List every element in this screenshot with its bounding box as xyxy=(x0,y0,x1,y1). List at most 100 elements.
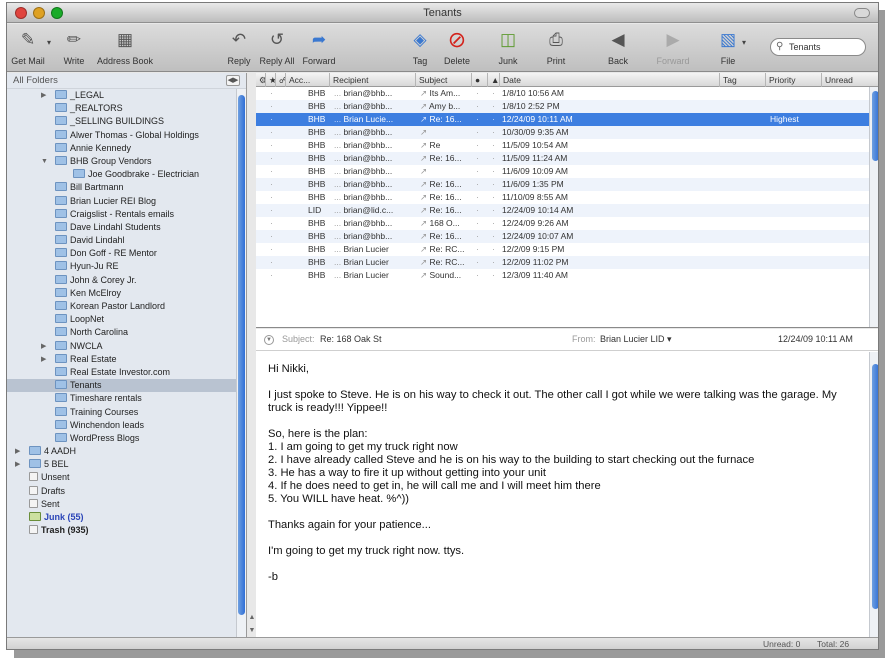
folder-item[interactable]: Alwer Thomas - Global Holdings xyxy=(7,129,246,142)
folder-item[interactable]: Timeshare rentals xyxy=(7,392,246,405)
folder-item[interactable]: LoopNet xyxy=(7,313,246,326)
folder-scrollbar[interactable] xyxy=(236,89,246,637)
message-row[interactable]: · BHB ... brian@bhb... ↗ · · 10/30/09 9:35 AM xyxy=(256,126,878,139)
attachment-column-header[interactable]: ☍ xyxy=(276,73,286,87)
file-button[interactable]: ▧ File xyxy=(715,27,741,66)
folder-item[interactable]: Don Goff - RE Mentor xyxy=(7,247,246,260)
folder-item[interactable]: _SELLING BUILDINGS xyxy=(7,115,246,128)
folder-item[interactable]: ▶ NWCLA xyxy=(7,340,246,353)
folder-item[interactable]: Real Estate Investor.com xyxy=(7,366,246,379)
message-list-scrollbar-thumb[interactable] xyxy=(872,91,878,161)
reply-button[interactable]: ↶ Reply xyxy=(225,27,253,66)
subject-cell: ↗ 168 O... xyxy=(420,217,472,230)
forward-button[interactable]: ➦ Forward xyxy=(299,27,339,66)
recipient-column-header[interactable]: Recipient xyxy=(330,73,416,87)
folder-item[interactable]: ▼ BHB Group Vendors xyxy=(7,155,246,168)
folder-item[interactable]: David Lindahl xyxy=(7,234,246,247)
folder-item[interactable]: John & Corey Jr. xyxy=(7,274,246,287)
message-row[interactable]: · BHB ... brian@bhb... ↗ Its Am... · · 1/8/10 … xyxy=(256,87,878,100)
message-list-scrollbar[interactable] xyxy=(869,87,878,327)
pane-splitter[interactable]: ▲ ▼ xyxy=(248,611,256,637)
folder-scrollbar-thumb[interactable] xyxy=(238,95,245,615)
folder-item[interactable]: Junk (55) xyxy=(7,511,246,524)
recipient-cell-text: brian@bhb... xyxy=(343,88,393,98)
thread-column-header[interactable]: ⚙ xyxy=(256,73,266,87)
minimize-window-button[interactable] xyxy=(33,7,45,19)
reply-all-button[interactable]: ↺ Reply All xyxy=(257,27,297,66)
folder-item[interactable]: Drafts xyxy=(7,485,246,498)
folder-item[interactable]: WordPress Blogs xyxy=(7,432,246,445)
disclosure-closed-icon[interactable]: ▶ xyxy=(41,353,46,366)
junk-button[interactable]: ◫ Junk xyxy=(493,27,523,66)
message-row[interactable]: · BHB ... brian@bhb... ↗ Re: 16... · · 11/5/09… xyxy=(256,152,878,165)
folder-item[interactable]: Tenants xyxy=(7,379,246,393)
folder-item[interactable]: Winchendon leads xyxy=(7,419,246,432)
message-row[interactable]: · BHB ... brian@bhb... ↗ Re: 16... · · 11/6/09… xyxy=(256,178,878,191)
folder-icon xyxy=(55,287,67,297)
message-row[interactable]: · BHB ... Brian Lucie... ↗ Re: 16... · · 12/24… xyxy=(256,113,878,126)
folder-item[interactable]: Dave Lindahl Students xyxy=(7,221,246,234)
disclosure-open-icon[interactable]: ▼ xyxy=(41,155,48,168)
folder-item[interactable]: Annie Kennedy xyxy=(7,142,246,155)
message-row[interactable]: · LID ... brian@lid.c... ↗ Re: 16... · · 12/24… xyxy=(256,204,878,217)
toolbar-toggle-button[interactable] xyxy=(854,8,870,18)
preview-scrollbar[interactable] xyxy=(869,352,878,637)
message-row[interactable]: · BHB ... Brian Lucier ↗ Sound... · · 12/3/09 … xyxy=(256,269,878,282)
tag-column-header[interactable]: Tag xyxy=(720,73,766,87)
disclosure-closed-icon[interactable]: ▶ xyxy=(41,340,46,353)
folder-item[interactable]: _REALTORS xyxy=(7,102,246,115)
folder-item[interactable]: ▶ Real Estate xyxy=(7,353,246,366)
junk-column-header[interactable]: ▲ xyxy=(488,73,500,87)
delete-button[interactable]: ⊘ Delete xyxy=(439,27,475,66)
folder-item[interactable]: Training Courses xyxy=(7,406,246,419)
search-field[interactable]: ⚲ Tenants xyxy=(770,38,866,56)
message-row[interactable]: · BHB ... brian@bhb... ↗ Re: 16... · · 11/10/0… xyxy=(256,191,878,204)
close-window-button[interactable] xyxy=(15,7,27,19)
folder-item[interactable]: Korean Pastor Landlord xyxy=(7,300,246,313)
date-column-header[interactable]: Date xyxy=(500,73,720,87)
message-row[interactable]: · BHB ... brian@bhb... ↗ Re · · 11/5/09 10:54 … xyxy=(256,139,878,152)
message-row[interactable]: · BHB ... brian@bhb... ↗ Re: 16... · · 12/24/0… xyxy=(256,230,878,243)
preview-from[interactable]: Brian Lucier LID ▾ xyxy=(600,334,672,345)
folder-item[interactable]: Brian Lucier REI Blog xyxy=(7,195,246,208)
get-mail-dropdown[interactable]: ▾ xyxy=(47,38,51,47)
message-row[interactable]: · BHB ... brian@bhb... ↗ 168 O... · · 12/24/09… xyxy=(256,217,878,230)
message-row[interactable]: · BHB ... brian@bhb... ↗ · · 11/6/09 10:09 AM xyxy=(256,165,878,178)
account-column-header[interactable]: Acc... xyxy=(286,73,330,87)
zoom-window-button[interactable] xyxy=(51,7,63,19)
folder-view-toggle[interactable]: ◀▶ xyxy=(226,75,240,86)
folder-item[interactable]: Trash (935) xyxy=(7,524,246,537)
folder-item[interactable]: Joe Goodbrake - Electrician xyxy=(7,168,246,181)
folder-item[interactable]: ▶ 5 BEL xyxy=(7,458,246,471)
message-row[interactable]: · BHB ... Brian Lucier ↗ Re: RC... · · 12/2/09… xyxy=(256,243,878,256)
get-mail-button[interactable]: ✎ Get Mail xyxy=(11,27,45,66)
disclosure-closed-icon[interactable]: ▶ xyxy=(15,458,20,471)
header-disclosure-icon[interactable]: ▼ xyxy=(264,335,274,345)
disclosure-closed-icon[interactable]: ▶ xyxy=(41,89,46,102)
folder-item[interactable]: ▶ _LEGAL xyxy=(7,89,246,102)
folder-item[interactable]: Craigslist - Rentals emails xyxy=(7,208,246,221)
disclosure-closed-icon[interactable]: ▶ xyxy=(15,445,20,458)
message-row[interactable]: · BHB ... Brian Lucier ↗ Re: RC... · · 12/2/09… xyxy=(256,256,878,269)
unread-column-header[interactable]: Unread xyxy=(822,73,878,87)
back-button[interactable]: ◀ Back xyxy=(603,27,633,66)
preview-scrollbar-thumb[interactable] xyxy=(872,364,878,609)
tag-button[interactable]: ◈ Tag xyxy=(405,27,435,66)
print-button[interactable]: ⎙ Print xyxy=(541,27,571,66)
folder-item[interactable]: Sent xyxy=(7,498,246,511)
folder-item[interactable]: Hyun-Ju RE xyxy=(7,260,246,273)
subject-column-header[interactable]: Subject xyxy=(416,73,472,87)
star-column-header[interactable]: ★ xyxy=(266,73,276,87)
file-dropdown[interactable]: ▾ xyxy=(742,38,746,47)
message-row[interactable]: · BHB ... brian@bhb... ↗ Amy b... · · 1/8/10 2… xyxy=(256,100,878,113)
priority-column-header[interactable]: Priority xyxy=(766,73,822,87)
forward-nav-button[interactable]: ▶ Forward xyxy=(653,27,693,66)
folder-item[interactable]: Bill Bartmann xyxy=(7,181,246,194)
address-book-button[interactable]: ▦ Address Book xyxy=(95,27,155,66)
folder-item[interactable]: North Carolina xyxy=(7,326,246,339)
folder-item[interactable]: Unsent xyxy=(7,471,246,484)
folder-item[interactable]: Ken McElroy xyxy=(7,287,246,300)
flag-column-header[interactable]: ● xyxy=(472,73,488,87)
folder-item[interactable]: ▶ 4 AADH xyxy=(7,445,246,458)
write-button[interactable]: ✏ Write xyxy=(57,27,91,66)
